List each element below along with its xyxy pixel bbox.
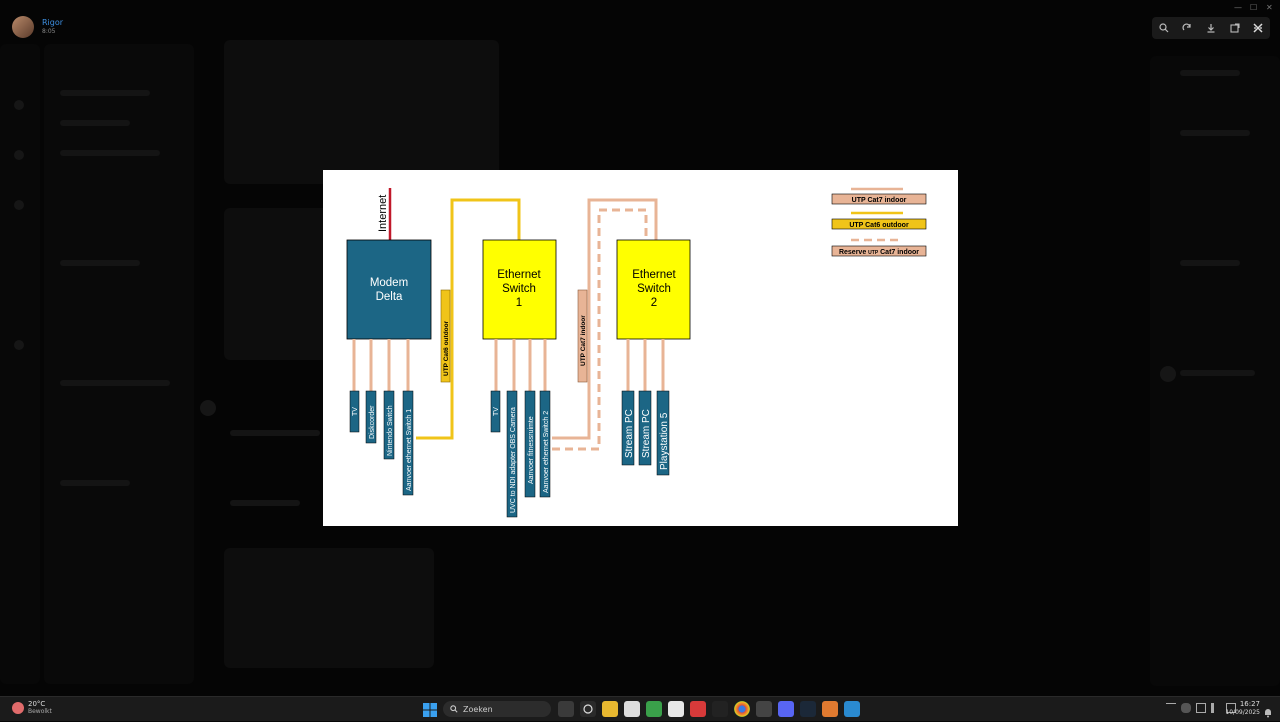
clock-date: 10/09/2025 bbox=[1225, 709, 1260, 716]
modem-port-switch1: Aanvoer ethernet Switch 1 bbox=[406, 409, 413, 491]
switch1-port-fitness: Aanvoer fitnessruimte bbox=[528, 416, 535, 484]
task-view-icon[interactable] bbox=[558, 701, 574, 717]
network-diagram-image[interactable]: Internet UTP Cat6 outdoor UTP Cat7 indoo… bbox=[323, 170, 958, 526]
steam-client-icon[interactable] bbox=[800, 701, 816, 717]
modem-port-diskcorder: Diskcorder bbox=[369, 405, 376, 439]
game-bar-icon[interactable] bbox=[756, 701, 772, 717]
minimize-icon[interactable]: — bbox=[1234, 3, 1242, 12]
switch1-label-2: Switch bbox=[502, 283, 536, 295]
tray-volume-icon[interactable] bbox=[1211, 703, 1221, 713]
tray-chevron-icon[interactable] bbox=[1166, 703, 1176, 714]
tray-monitor-icon[interactable] bbox=[1196, 703, 1206, 713]
window-close-icon[interactable]: ✕ bbox=[1266, 3, 1273, 12]
legend-cat7: UTP Cat7 indoor bbox=[852, 197, 907, 204]
open-external-icon[interactable] bbox=[1228, 21, 1242, 35]
start-icon[interactable] bbox=[423, 702, 437, 717]
legend: UTP Cat7 indoor UTP Cat6 outdoor Reserve… bbox=[831, 187, 927, 257]
switch1-port-switch2: Aanvoer ethernet Switch 2 bbox=[543, 411, 550, 493]
cat7-label: UTP Cat7 indoor bbox=[580, 315, 587, 366]
capcut-icon[interactable] bbox=[712, 701, 728, 717]
media-icon[interactable] bbox=[668, 701, 684, 717]
download-icon[interactable] bbox=[1204, 21, 1218, 35]
taskbar-search[interactable]: Zoeken bbox=[443, 701, 551, 717]
tray-cloud-icon[interactable] bbox=[1181, 703, 1191, 713]
modem-box bbox=[346, 239, 432, 340]
rotate-icon[interactable] bbox=[1180, 21, 1194, 35]
switch2-label-2: Switch bbox=[637, 283, 671, 295]
modem-label-2: Delta bbox=[376, 291, 403, 303]
cat6-label: UTP Cat6 outdoor bbox=[443, 320, 450, 376]
switch2-label-1: Ethernet bbox=[632, 269, 676, 281]
internet-label: Internet bbox=[377, 195, 389, 232]
zoom-icon[interactable] bbox=[1157, 21, 1171, 35]
legend-cat6: UTP Cat6 outdoor bbox=[849, 222, 909, 229]
avatar[interactable] bbox=[12, 16, 34, 38]
file-explorer-icon[interactable] bbox=[602, 701, 618, 717]
switch2-port-streampc-1: Stream PC bbox=[624, 409, 635, 458]
steam-icon[interactable] bbox=[580, 701, 596, 717]
taskbar: 20°C Bewolkt Zoeken 16:27 10/09/2025 bbox=[0, 696, 1280, 721]
switch2-port-ps5: Playstation 5 bbox=[659, 412, 670, 470]
clock-time: 16:27 bbox=[1239, 700, 1260, 708]
author-name[interactable]: Rigor bbox=[42, 18, 63, 28]
weather-desc: Bewolkt bbox=[28, 708, 52, 715]
search-placeholder: Zoeken bbox=[463, 704, 493, 714]
post-time: 8:05 bbox=[42, 28, 56, 35]
pinned-apps bbox=[558, 701, 860, 717]
maximize-icon[interactable]: ☐ bbox=[1250, 3, 1257, 12]
switch1-port-uvc: UVC to NDI adapter OBS Camera bbox=[510, 407, 517, 513]
xbox-icon[interactable] bbox=[646, 701, 662, 717]
switch1-port-tv: TV bbox=[493, 407, 500, 416]
modem-port-tv: TV bbox=[352, 407, 359, 416]
notification-bell-icon[interactable] bbox=[1263, 703, 1273, 718]
modem-port-nintendo: Nintendo Switch bbox=[387, 405, 394, 456]
switch1-label-1: Ethernet bbox=[497, 269, 541, 281]
app-orange-icon[interactable] bbox=[822, 701, 838, 717]
weather-temp: 20°C bbox=[28, 700, 46, 708]
switch1-label-3: 1 bbox=[516, 297, 522, 309]
switch2-label-3: 2 bbox=[651, 297, 657, 309]
store-icon[interactable] bbox=[624, 701, 640, 717]
search-icon bbox=[450, 705, 458, 713]
chrome-icon[interactable] bbox=[734, 701, 750, 717]
discord-icon[interactable] bbox=[778, 701, 794, 717]
app-red-icon[interactable] bbox=[690, 701, 706, 717]
close-icon[interactable] bbox=[1250, 20, 1266, 36]
legend-reserve: Reserve UTP Cat7 indoor bbox=[839, 249, 919, 256]
clock[interactable]: 16:27 10/09/2025 bbox=[1222, 700, 1260, 717]
image-author: Rigor 8:05 bbox=[12, 16, 63, 38]
modem-label-1: Modem bbox=[370, 277, 408, 289]
weather-icon bbox=[12, 701, 24, 714]
weather-widget[interactable]: 20°C Bewolkt bbox=[12, 700, 52, 715]
app-blue-icon[interactable] bbox=[844, 701, 860, 717]
switch2-port-streampc-2: Stream PC bbox=[641, 409, 652, 458]
